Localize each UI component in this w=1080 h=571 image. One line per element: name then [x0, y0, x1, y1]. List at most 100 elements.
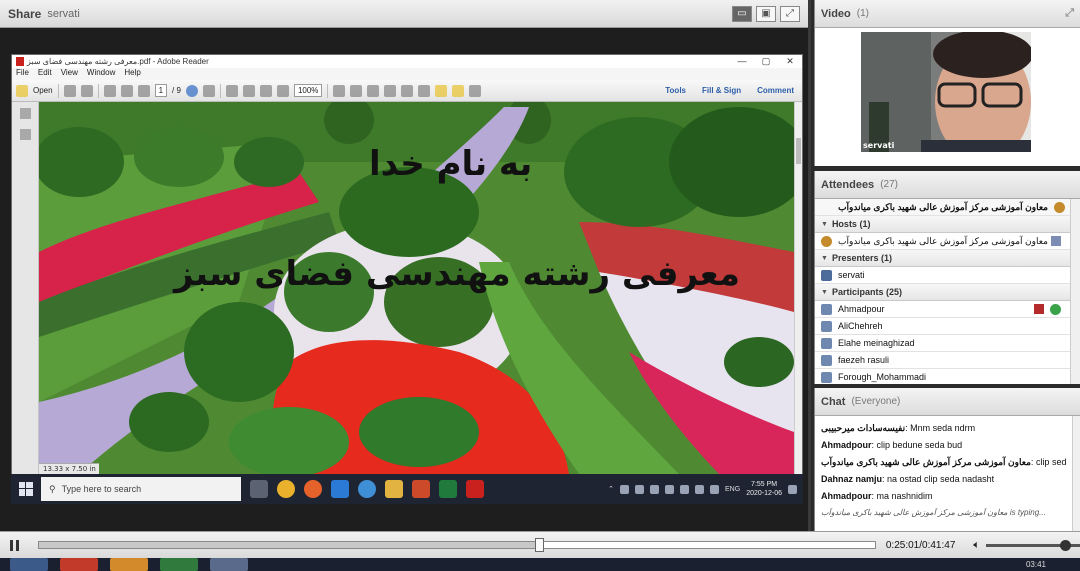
highlight-icon[interactable] — [452, 84, 465, 97]
list-item[interactable]: faezeh rasuli — [815, 352, 1071, 369]
collapse-triangle-icon: ▼ — [821, 288, 828, 296]
powerpoint-icon[interactable] — [412, 480, 430, 498]
menu-window[interactable]: Window — [87, 68, 115, 80]
find-icon[interactable] — [418, 84, 431, 97]
select-cursor-icon[interactable] — [225, 84, 238, 97]
list-item[interactable]: Elahe meinaghizad — [815, 335, 1071, 352]
comment-button[interactable]: Comment — [757, 86, 794, 95]
next-page-icon[interactable] — [120, 84, 133, 97]
taskbar-search-box[interactable]: ⚲ Type here to search — [41, 477, 241, 501]
zoom-out-icon[interactable] — [259, 84, 272, 97]
zoom-in-icon[interactable] — [276, 84, 289, 97]
taskbar-clock[interactable]: 7:55 PM 2020-12-06 — [746, 480, 782, 498]
read-mode-icon[interactable] — [384, 84, 397, 97]
tools-button[interactable]: Tools — [665, 86, 686, 95]
folder-open-icon[interactable] — [16, 84, 28, 97]
pause-button[interactable] — [0, 539, 30, 551]
fit-width-page-icon[interactable] — [350, 84, 363, 97]
os-app-icon[interactable] — [160, 558, 198, 571]
hosts-group-header[interactable]: ▼ Hosts (1) — [815, 216, 1071, 233]
list-item[interactable]: معاون آموزشی مرکز آموزش عالی شهید باکری … — [815, 233, 1071, 250]
fit-width-icon[interactable]: ▭ — [732, 5, 752, 22]
hand-tool-icon[interactable] — [242, 84, 255, 97]
list-item[interactable]: servati — [815, 267, 1071, 284]
wifi-icon[interactable] — [695, 484, 705, 494]
save-icon[interactable] — [63, 84, 76, 97]
list-item[interactable]: AliChehreh — [815, 318, 1071, 335]
notifications-icon[interactable] — [788, 484, 797, 494]
close-icon[interactable]: ✕ — [778, 56, 802, 67]
play-page-icon[interactable] — [185, 84, 198, 97]
prev-page-icon[interactable] — [103, 84, 116, 97]
scrollbar-thumb[interactable] — [796, 138, 801, 164]
sticky-note-icon[interactable] — [435, 84, 448, 97]
chat-scrollbar[interactable] — [1072, 416, 1080, 531]
acrobat-reader-icon[interactable] — [466, 480, 484, 498]
os-app-icon[interactable] — [110, 558, 148, 571]
page-number-input[interactable]: 1 — [154, 84, 168, 97]
minimize-icon[interactable]: — — [730, 56, 754, 67]
tray-app-icon[interactable] — [620, 484, 630, 494]
presenters-group-header[interactable]: ▼ Presenters (1) — [815, 250, 1071, 267]
seek-handle[interactable] — [534, 538, 544, 552]
expand-icon[interactable] — [469, 84, 482, 97]
snapshot-icon[interactable] — [401, 84, 414, 97]
fill-sign-button[interactable]: Fill & Sign — [702, 86, 741, 95]
tray-app-icon[interactable] — [665, 484, 675, 494]
edge-icon[interactable] — [331, 480, 349, 498]
os-taskbar: 03:41 — [0, 558, 1080, 571]
firefox-icon[interactable] — [304, 480, 322, 498]
fit-page-icon[interactable] — [333, 84, 346, 97]
windows-start-icon[interactable] — [11, 482, 41, 496]
file-explorer-icon[interactable] — [385, 480, 403, 498]
webcam-video[interactable]: servati — [861, 32, 1031, 152]
share-pod-title: Share — [8, 6, 42, 21]
os-start-icon[interactable] — [10, 558, 48, 571]
menu-file[interactable]: File — [16, 68, 29, 80]
speaker-icon[interactable]: 🔈︎ — [973, 539, 980, 552]
os-clock[interactable]: 03:41 — [1026, 560, 1080, 569]
restore-icon[interactable]: ▢ — [754, 56, 778, 67]
task-view-icon[interactable] — [250, 480, 268, 498]
zoom-level-select[interactable]: 100% — [293, 84, 323, 97]
stop-icon[interactable] — [202, 84, 215, 97]
meeting-owner-row[interactable]: معاون آموزشی مرکز آموزش عالی شهید باکری … — [815, 199, 1071, 216]
menu-edit[interactable]: Edit — [38, 68, 52, 80]
print-icon[interactable] — [80, 84, 93, 97]
language-indicator[interactable]: ENG — [725, 486, 740, 493]
attendees-scrollbar[interactable] — [1070, 199, 1080, 384]
browser-globe-icon[interactable] — [358, 480, 376, 498]
chrome-icon[interactable] — [277, 480, 295, 498]
attachments-icon[interactable] — [19, 129, 31, 140]
chat-messages[interactable]: نفیسه‌سادات میرحبیبی: Mnm seda ndrm Ahma… — [815, 416, 1073, 531]
os-app-icon[interactable] — [60, 558, 98, 571]
seek-bar[interactable] — [37, 538, 876, 552]
volume-slider[interactable] — [986, 539, 1080, 551]
maximize-icon[interactable]: ⤢ — [780, 5, 800, 22]
battery-icon[interactable] — [680, 484, 690, 494]
menu-help[interactable]: Help — [124, 68, 140, 80]
tray-chevron-icon[interactable]: ⌃ — [608, 485, 614, 493]
chat-scope[interactable]: (Everyone) — [851, 396, 900, 407]
arrow-down-icon[interactable] — [137, 84, 150, 97]
volume-tray-icon[interactable] — [710, 484, 720, 494]
pdf-page[interactable]: به نام خدا معرفی رشته مهندسی فضای سبز 13… — [39, 102, 794, 474]
tray-app-icon[interactable] — [650, 484, 660, 494]
tray-app-icon[interactable] — [635, 484, 645, 494]
fullscreen-view-icon[interactable]: ▣ — [756, 5, 776, 22]
os-app-icon[interactable] — [210, 558, 248, 571]
expand-icon[interactable]: ⤢ — [1065, 7, 1074, 20]
pages-panel-icon[interactable] — [19, 108, 31, 119]
reader-toolbar: Open 1 / 9 100% Tools Fill & Sign Commen… — [12, 80, 802, 102]
rotate-icon[interactable] — [367, 84, 380, 97]
list-item[interactable]: Ahmadpour — [815, 301, 1071, 318]
participants-group-header[interactable]: ▼ Participants (25) — [815, 284, 1071, 301]
volume-handle[interactable] — [1059, 539, 1071, 551]
list-item[interactable]: Forough_Mohammadi — [815, 369, 1071, 384]
chat-text: clip seda dasht — [1035, 457, 1067, 467]
attendee-list[interactable]: معاون آموزشی مرکز آموزش عالی شهید باکری … — [815, 199, 1071, 384]
excel-icon[interactable] — [439, 480, 457, 498]
open-button[interactable]: Open — [33, 86, 53, 95]
menu-view[interactable]: View — [61, 68, 78, 80]
reader-vertical-scrollbar[interactable] — [794, 102, 802, 474]
